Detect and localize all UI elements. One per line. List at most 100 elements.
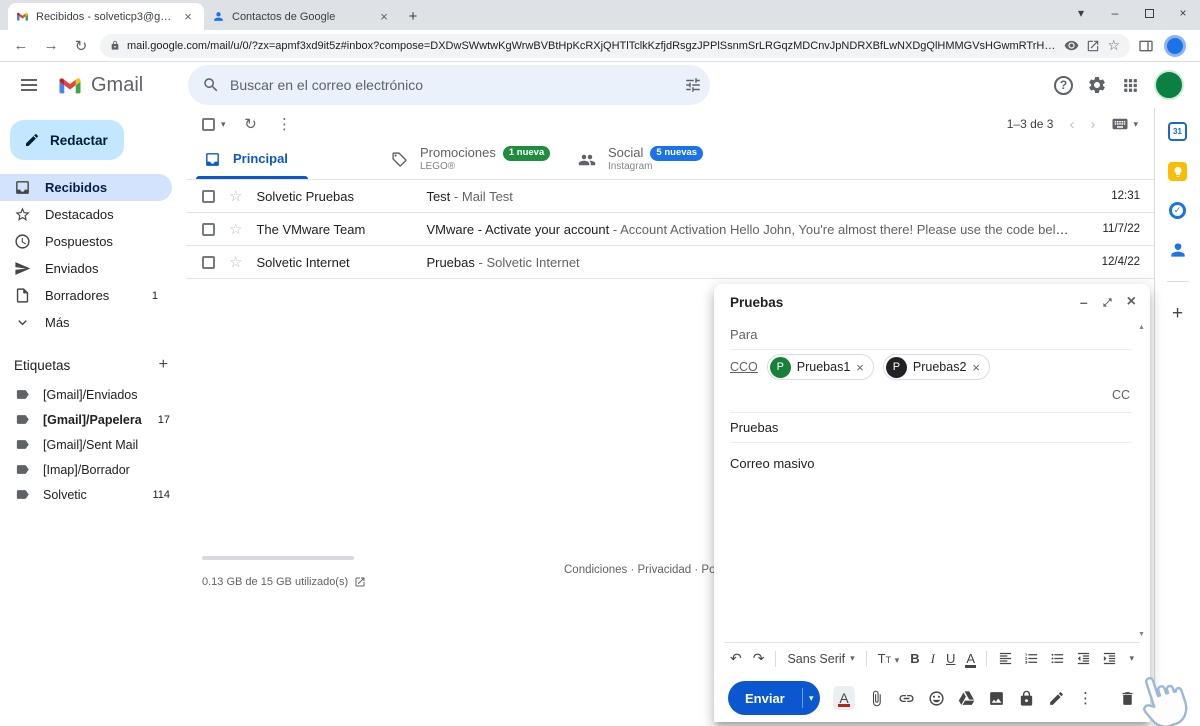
text-color-button[interactable]: A: [965, 651, 976, 668]
scroll-down-icon[interactable]: ▼: [1138, 631, 1145, 638]
align-button[interactable]: [998, 651, 1013, 666]
tasks-icon[interactable]: ✓: [1169, 202, 1186, 219]
email-row[interactable]: ☆ Solvetic Internet Pruebas - Solvetic I…: [186, 246, 1154, 279]
search-input[interactable]: [230, 77, 674, 93]
indent-increase-button[interactable]: [1102, 651, 1117, 666]
tab-promociones[interactable]: Promociones 1 nueva LEGO®: [373, 140, 560, 179]
row-checkbox[interactable]: [202, 222, 215, 236]
row-checkbox[interactable]: [202, 255, 215, 269]
sidebar-item-starred[interactable]: Destacados: [0, 201, 172, 228]
sidebar-item-inbox[interactable]: Recibidos: [0, 174, 172, 201]
attach-file-icon[interactable]: [868, 690, 885, 707]
new-tab-button[interactable]: +: [400, 3, 426, 29]
search-filter-icon[interactable]: [684, 76, 702, 94]
page-next-icon[interactable]: ›: [1090, 116, 1095, 133]
account-avatar[interactable]: [1154, 70, 1184, 100]
browser-profile-avatar[interactable]: [1164, 34, 1186, 57]
row-star-icon[interactable]: ☆: [229, 253, 242, 271]
compose-button[interactable]: Redactar: [10, 120, 124, 160]
redo-icon[interactable]: ↷: [753, 650, 765, 667]
bulleted-list-button[interactable]: [1050, 651, 1065, 666]
insert-drive-icon[interactable]: [958, 690, 975, 707]
recipients-row[interactable]: Para: [730, 320, 1132, 350]
forward-icon[interactable]: →: [40, 37, 62, 54]
signature-pen-icon[interactable]: [1048, 690, 1065, 707]
scroll-up-icon[interactable]: ▲: [1138, 324, 1145, 331]
tab-social[interactable]: Social 5 nuevas Instagram: [560, 140, 747, 179]
url-box[interactable]: mail.google.com/mail/u/0/?zx=apmf3xd9it5…: [100, 33, 1130, 58]
sidebar-item-drafts[interactable]: Borradores 1: [0, 282, 172, 309]
compose-header[interactable]: Pruebas – ×: [714, 284, 1150, 320]
send-options-icon[interactable]: ▾: [802, 681, 820, 715]
italic-button[interactable]: I: [931, 651, 935, 667]
refresh-icon[interactable]: ↻: [240, 115, 262, 133]
row-star-icon[interactable]: ☆: [229, 187, 242, 205]
help-icon[interactable]: ?: [1054, 75, 1073, 95]
sidebar-label-imap-borrador[interactable]: [Imap]/Borrador: [0, 457, 186, 482]
recipient-chip[interactable]: P Pruebas1 ×: [766, 354, 874, 380]
numbered-list-button[interactable]: [1024, 651, 1039, 666]
compose-scrollbar[interactable]: ▲ ▼: [1136, 324, 1147, 638]
cc-label[interactable]: CC: [1112, 388, 1130, 402]
email-row[interactable]: ☆ Solvetic Pruebas Test - Mail Test 12:3…: [186, 180, 1154, 213]
confidential-mode-icon[interactable]: [1018, 690, 1035, 707]
tab-close-icon[interactable]: ×: [376, 9, 392, 24]
remove-recipient-icon[interactable]: ×: [856, 360, 864, 375]
message-body[interactable]: Correo masivo: [730, 443, 1132, 471]
tab-close-icon[interactable]: ×: [180, 9, 196, 24]
font-family-selector[interactable]: Sans Serif ▾: [787, 652, 854, 666]
share-icon[interactable]: [1086, 39, 1100, 53]
gmail-logo[interactable]: Gmail: [48, 74, 154, 97]
window-menu-chevron-icon[interactable]: ▾: [1064, 0, 1098, 26]
underline-button[interactable]: U: [946, 651, 955, 666]
sidebar-label-gmail-enviados[interactable]: [Gmail]/Enviados: [0, 382, 186, 407]
sidebar-label-solvetic[interactable]: Solvetic 114: [0, 482, 186, 507]
email-row[interactable]: ☆ The VMware Team VMware - Activate your…: [186, 213, 1154, 246]
settings-gear-icon[interactable]: [1087, 75, 1107, 95]
browser-tab-gmail[interactable]: Recibidos - solveticp3@gmail.co ×: [8, 3, 204, 30]
subject-field[interactable]: Pruebas: [730, 413, 1132, 443]
bold-button[interactable]: B: [910, 651, 919, 666]
sidebar-item-sent[interactable]: Enviados: [0, 255, 172, 282]
select-all-checkbox[interactable]: [202, 117, 215, 131]
sidebar-label-gmail-papelera[interactable]: [Gmail]/Papelera 17: [0, 407, 186, 432]
row-star-icon[interactable]: ☆: [229, 220, 242, 238]
input-method-button[interactable]: ▾: [1111, 115, 1138, 133]
insert-image-icon[interactable]: [988, 690, 1005, 707]
open-in-new-icon[interactable]: [354, 576, 366, 588]
bcc-label[interactable]: CCO: [730, 360, 758, 374]
back-icon[interactable]: ←: [10, 37, 32, 54]
sidebar-label-gmail-sent-mail[interactable]: [Gmail]/Sent Mail: [0, 432, 186, 457]
main-menu-icon[interactable]: [10, 66, 48, 104]
select-dropdown-icon[interactable]: ▾: [221, 119, 226, 130]
formatting-options-button[interactable]: A: [833, 686, 855, 710]
visibility-icon[interactable]: [1064, 38, 1079, 53]
contacts-icon[interactable]: [1168, 240, 1188, 260]
compose-minimize-icon[interactable]: –: [1080, 294, 1088, 310]
side-panel-icon[interactable]: [1138, 38, 1154, 54]
reload-icon[interactable]: ↻: [70, 37, 92, 55]
sidebar-item-snoozed[interactable]: Pospuestos: [0, 228, 172, 255]
page-previous-icon[interactable]: ‹: [1069, 116, 1074, 133]
keep-icon[interactable]: [1168, 162, 1187, 181]
tab-principal[interactable]: Principal: [186, 140, 373, 179]
window-close-button[interactable]: ×: [1166, 0, 1200, 26]
add-label-icon[interactable]: +: [159, 356, 168, 374]
undo-icon[interactable]: ↶: [730, 650, 742, 667]
compose-popout-icon[interactable]: [1102, 297, 1113, 308]
send-button[interactable]: Enviar: [728, 681, 802, 715]
remove-recipient-icon[interactable]: ×: [972, 360, 980, 375]
bookmark-star-icon[interactable]: ☆: [1107, 37, 1120, 54]
indent-decrease-button[interactable]: [1076, 651, 1091, 666]
calendar-icon[interactable]: 31: [1168, 122, 1187, 141]
window-minimize-button[interactable]: –: [1098, 0, 1132, 26]
more-send-options-icon[interactable]: ⋮: [1078, 689, 1093, 707]
insert-link-icon[interactable]: [898, 690, 915, 707]
font-size-button[interactable]: TT ▾: [878, 651, 900, 666]
sidebar-item-more[interactable]: Más: [0, 309, 172, 336]
insert-emoji-icon[interactable]: [928, 690, 945, 707]
more-options-icon[interactable]: ⋮: [274, 115, 296, 133]
window-maximize-button[interactable]: [1132, 0, 1166, 26]
row-checkbox[interactable]: [202, 189, 215, 203]
recipient-chip[interactable]: P Pruebas2 ×: [882, 354, 990, 380]
